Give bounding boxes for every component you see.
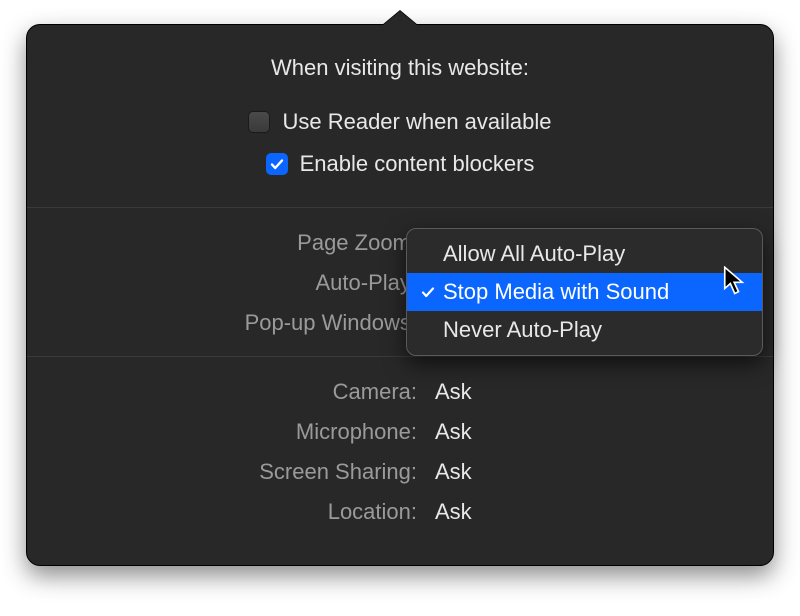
reader-checkbox-row[interactable]: Use Reader when available	[248, 109, 551, 135]
section-permissions: Camera: Ask Microphone: Ask Screen Shari…	[27, 357, 773, 545]
popover-heading: When visiting this website:	[271, 55, 529, 81]
section-general: When visiting this website: Use Reader w…	[27, 25, 773, 207]
content-blockers-checkbox-label: Enable content blockers	[300, 151, 535, 177]
check-icon	[417, 284, 439, 300]
location-label: Location:	[27, 499, 417, 525]
location-value[interactable]: Ask	[435, 499, 773, 525]
microphone-value[interactable]: Ask	[435, 419, 773, 445]
autoplay-option-stop-sound[interactable]: Stop Media with Sound	[407, 273, 762, 311]
autoplay-option-label: Never Auto-Play	[443, 317, 602, 343]
popup-windows-label: Pop-up Windows:	[27, 310, 417, 336]
content-blockers-checkbox-row[interactable]: Enable content blockers	[266, 151, 535, 177]
autoplay-option-label: Allow All Auto-Play	[443, 241, 625, 267]
page-zoom-label: Page Zoom:	[27, 230, 417, 256]
camera-label: Camera:	[27, 379, 417, 405]
checkbox-checked-icon	[266, 153, 288, 175]
popover-arrow	[382, 11, 418, 26]
camera-value[interactable]: Ask	[435, 379, 773, 405]
screen-sharing-value[interactable]: Ask	[435, 459, 773, 485]
auto-play-label: Auto-Play:	[27, 270, 417, 296]
auto-play-dropdown[interactable]: Allow All Auto-Play Stop Media with Soun…	[406, 228, 763, 356]
screen-sharing-label: Screen Sharing:	[27, 459, 417, 485]
microphone-label: Microphone:	[27, 419, 417, 445]
checkbox-unchecked-icon	[248, 111, 270, 133]
reader-checkbox-label: Use Reader when available	[282, 109, 551, 135]
autoplay-option-never[interactable]: Never Auto-Play	[407, 311, 762, 349]
autoplay-option-label: Stop Media with Sound	[443, 279, 669, 305]
autoplay-option-allow-all[interactable]: Allow All Auto-Play	[407, 235, 762, 273]
website-settings-popover: When visiting this website: Use Reader w…	[26, 24, 774, 566]
